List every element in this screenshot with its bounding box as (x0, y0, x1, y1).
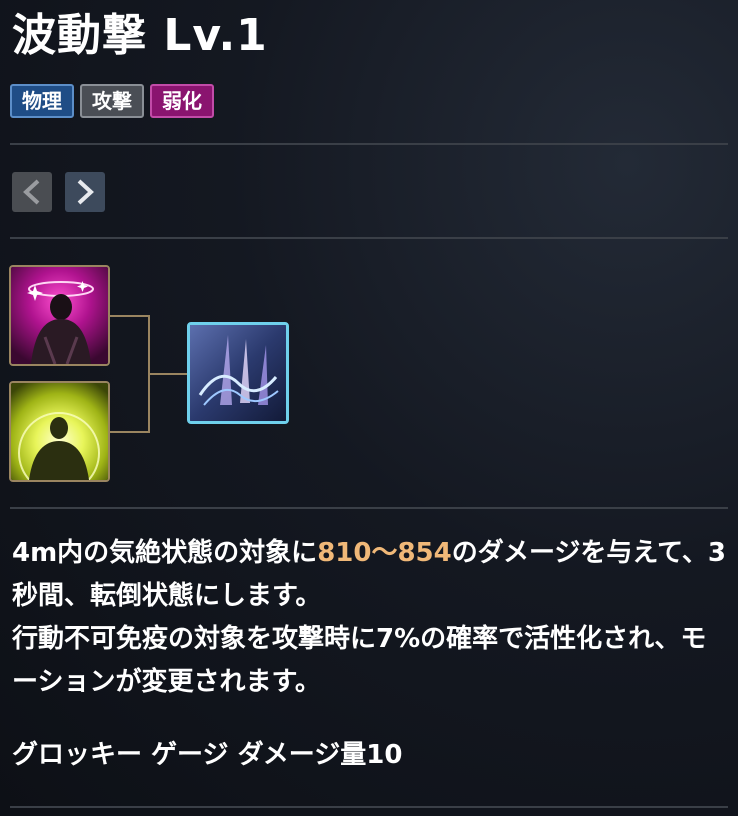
prereq-skill-icon-2[interactable] (9, 381, 110, 482)
skill-level: Lv.1 (163, 10, 268, 61)
divider (10, 507, 728, 509)
radiant-aura-skill-icon (11, 383, 108, 480)
groggy-gauge-stat: グロッキー ゲージ ダメージ量10 (12, 740, 403, 770)
tree-connector (110, 431, 149, 433)
shockwave-skill-icon (190, 325, 286, 421)
divider (10, 143, 728, 145)
skill-name: 波動撃 (12, 10, 147, 61)
divider (10, 806, 728, 808)
skill-tags: 物理 攻撃 弱化 (10, 84, 214, 118)
skill-title: 波動撃 Lv.1 (12, 6, 268, 66)
prev-button[interactable] (12, 172, 52, 212)
description-line-1: 4m内の気絶状態の対象に810～854のダメージを与えて、3秒間、転倒状態にしま… (12, 532, 728, 618)
divider (10, 237, 728, 239)
next-button[interactable] (65, 172, 105, 212)
stun-skill-icon (11, 267, 108, 364)
description-text: 4m内の気絶状態の対象に (12, 538, 318, 568)
current-skill-icon[interactable] (187, 322, 289, 424)
description-line-2: 行動不可免疫の対象を攻撃時に7%の確率で活性化され、モーションが変更されます。 (12, 624, 707, 697)
tree-connector (110, 315, 149, 317)
skill-description: 4m内の気絶状態の対象に810～854のダメージを与えて、3秒間、転倒状態にしま… (12, 532, 728, 704)
chevron-left-icon (23, 179, 40, 205)
tag-debuff: 弱化 (150, 84, 214, 118)
chevron-right-icon (77, 179, 94, 205)
tree-connector (148, 373, 188, 375)
prereq-skill-icon-1[interactable] (9, 265, 110, 366)
tag-attack: 攻撃 (80, 84, 144, 118)
damage-range: 810～854 (317, 538, 452, 568)
tag-physical: 物理 (10, 84, 74, 118)
